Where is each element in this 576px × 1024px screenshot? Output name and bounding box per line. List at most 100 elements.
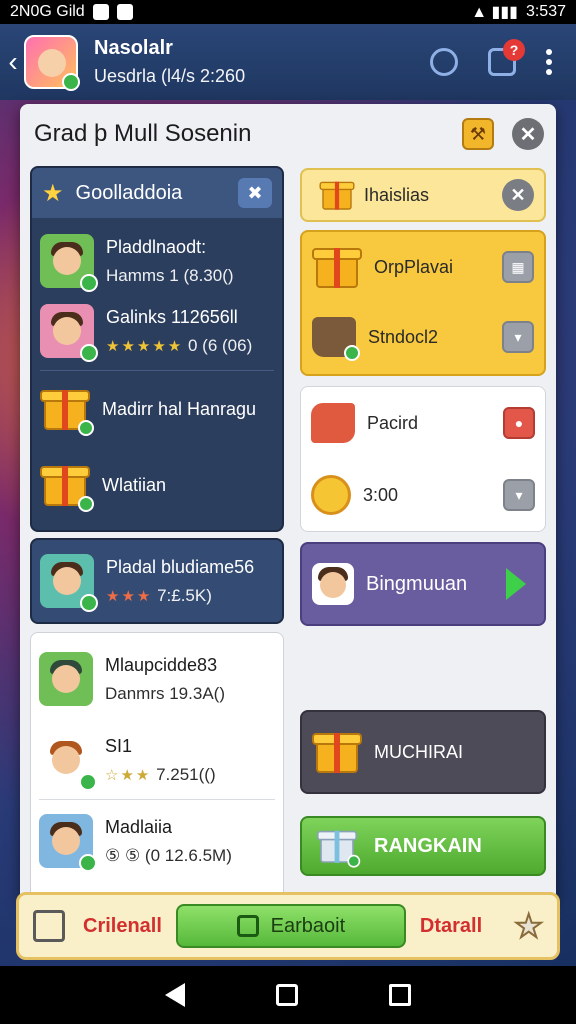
list-item[interactable]: Mlaupcidde83 Danmrs 19.3A() (31, 637, 283, 721)
dialog: Grad þ Mull Sosenin ⚒ ✕ ★ Goolladdoia ✖ … (20, 104, 556, 904)
item-subtitle: ⑤ ⑤ (0 12.6.5M) (105, 845, 232, 865)
reward-item[interactable]: Stndocl2 ▾ (302, 302, 544, 372)
bottom-bar: Crilenall Earbaoit Dtarall ★ (16, 892, 560, 960)
item-title: Madlaiia (105, 816, 173, 837)
rating-stars: ★★★★★ (106, 337, 184, 355)
avatar (39, 652, 93, 706)
cart-icon[interactable]: ? (488, 39, 525, 76)
clock: 3:537 (525, 3, 566, 20)
item-label: RANGKAIN (374, 834, 482, 857)
item-label: Stndocl2 (368, 326, 439, 347)
rewards-card: OrpPlavai ▦ Stndocl2 ▾ (300, 230, 546, 376)
collapse-button[interactable]: ✖ (238, 178, 272, 208)
promo-card[interactable]: Pladal bludiame56 ★★★ 7:£.5K) (30, 538, 284, 624)
notification-badge: ? (503, 39, 525, 61)
tool-icon (311, 403, 355, 443)
search-icon[interactable] (430, 48, 458, 76)
gift-icon (319, 179, 355, 211)
android-nav-bar (0, 966, 576, 1024)
item-title: Madirr hal Hanragu (102, 398, 257, 419)
primary-button-label: Earbaoit (270, 914, 346, 937)
friends-list: Mlaupcidde83 Danmrs 19.3A() SI1 ☆★★ 7.251(… (30, 632, 284, 904)
online-badge-icon (62, 73, 80, 91)
item-title: SI1 (105, 735, 133, 756)
favorites-panel: ★ Goolladdoia ✖ Pladdlnaodt: Hamms 1 (8.3… (30, 166, 284, 532)
items-card: Pacird ● 3:00 ▾ (300, 386, 546, 532)
chevron-down-icon[interactable]: ▾ (503, 479, 535, 511)
play-card[interactable]: Bingmuuan (300, 542, 546, 626)
item-subtitle: Danmrs 19.3A() (105, 683, 225, 703)
page-title: Nasolalr (94, 37, 173, 59)
mug-icon (312, 317, 360, 361)
rating-stars: ★★★ (106, 587, 153, 605)
page-subtitle: Uesdrla (l4/s 2:260 (94, 66, 246, 86)
app-header: ‹ Nasolalr Uesdrla (l4/s 2:260 ? (0, 24, 576, 100)
image-icon (92, 4, 109, 20)
list-item[interactable]: Madlaiia ⑤ ⑤ (0 12.6.5M) (31, 800, 283, 882)
close-button[interactable]: ✕ (512, 118, 544, 150)
primary-button[interactable]: Earbaoit (175, 904, 406, 948)
item-subtitle: Hamms 1 (8.30() (106, 265, 234, 285)
avatar (40, 554, 98, 612)
item-label: OrpPlavai (374, 256, 454, 277)
avatar (40, 304, 98, 362)
calculator-button[interactable]: ▦ (502, 251, 534, 283)
list-item[interactable]: Madirr hal Hanragu (32, 371, 282, 447)
section-label: Ihaislias (364, 184, 430, 205)
more-menu-icon[interactable] (546, 49, 552, 75)
close-icon[interactable]: ✕ (502, 179, 534, 211)
nav-recents-icon[interactable] (388, 984, 411, 1006)
gift-icon (312, 244, 362, 290)
reward-item[interactable]: 3:00 ▾ (301, 459, 545, 531)
nav-back-icon[interactable] (165, 983, 186, 1007)
left-column: ★ Goolladdoia ✖ Pladdlnaodt: Hamms 1 (8.3… (30, 166, 284, 904)
coin-button[interactable]: ● (503, 407, 535, 439)
status-bar: 2N0G Gild ▲ ▮▮▮ 3:537 (0, 0, 576, 24)
chest-card[interactable]: MUCHIRAI (300, 710, 546, 794)
chevron-down-icon[interactable]: ▾ (502, 321, 534, 353)
item-title: Galinks 112656ll (106, 306, 238, 327)
rewards-header: Ihaislias ✕ (300, 168, 546, 222)
dialog-title: Grad þ Mull Sosenin (34, 120, 252, 147)
avatar[interactable] (24, 35, 80, 91)
rating-stars: ☆★★ (105, 766, 152, 784)
item-label: Pacird (367, 412, 419, 433)
gamepad-icon (236, 915, 259, 937)
notification-icon (116, 4, 133, 20)
avatar (39, 733, 97, 791)
play-arrow-icon[interactable] (506, 568, 526, 600)
gift-icon (40, 386, 94, 436)
avatar (39, 814, 97, 872)
item-title: Mlaupcidde83 (105, 654, 218, 675)
avatar (312, 563, 354, 605)
gift-icon (40, 462, 94, 512)
home-icon[interactable] (33, 910, 65, 942)
avatar (40, 234, 98, 292)
item-label: MUCHIRAI (374, 741, 463, 762)
item-subtitle: 7.251(() (156, 764, 216, 784)
gift-icon (317, 828, 361, 868)
star-icon[interactable]: ★ (513, 907, 544, 945)
list-item[interactable]: Wlatiian (32, 447, 282, 523)
item-subtitle: 0 (6 (06) (187, 335, 253, 355)
signal-icon: ▲ ▮▮▮ (471, 4, 518, 21)
item-title: Wlatiian (102, 474, 167, 495)
item-subtitle: 7:£.5K) (157, 585, 212, 605)
reward-item[interactable]: OrpPlavai ▦ (302, 232, 544, 302)
reward-item[interactable]: Pacird ● (301, 387, 545, 459)
item-label: Bingmuuan (366, 572, 468, 595)
rank-button[interactable]: RANGKAIN (300, 816, 546, 876)
back-arrow-icon[interactable]: ‹ (2, 46, 24, 78)
gift-icon (312, 729, 362, 775)
right-tab[interactable]: Dtarall (420, 915, 482, 938)
sun-icon (311, 475, 351, 515)
list-item[interactable]: SI1 ☆★★ 7.251(() (31, 721, 283, 799)
list-item[interactable]: Pladdlnaodt: Hamms 1 (8.30() (32, 226, 282, 296)
list-item[interactable]: Galinks 112656ll ★★★★★ 0 (6 (06) (32, 296, 282, 366)
tools-button[interactable]: ⚒ (462, 118, 494, 150)
item-label: 3:00 (363, 484, 399, 505)
item-title: Pladdlnaodt: (106, 236, 207, 257)
left-tab[interactable]: Crilenall (83, 915, 162, 938)
nav-home-icon[interactable] (275, 984, 298, 1006)
status-text: 2N0G Gild (10, 3, 85, 20)
